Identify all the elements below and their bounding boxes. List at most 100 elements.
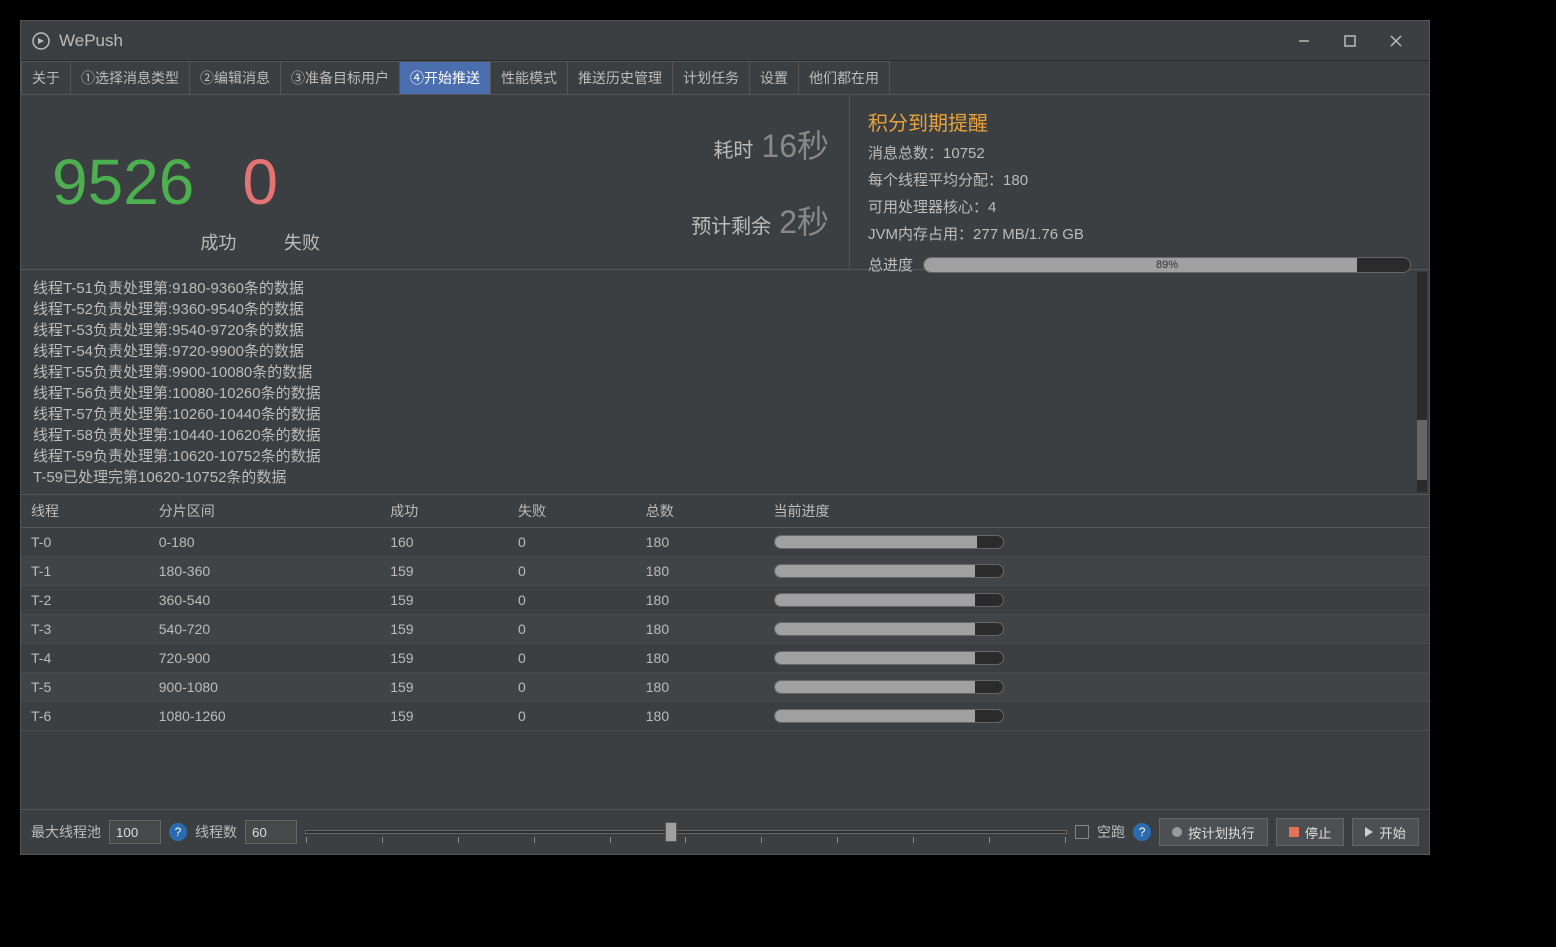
table-header[interactable]: 失败: [508, 495, 636, 528]
log-line: 线程T-59负责处理第:10620-10752条的数据: [33, 446, 1417, 467]
start-button[interactable]: 开始: [1352, 818, 1419, 846]
log-line: 线程T-52负责处理第:9360-9540条的数据: [33, 299, 1417, 320]
fail-label: 失败: [284, 229, 320, 255]
task-cores: 可用处理器核心：4: [868, 196, 1411, 217]
task-jvm: JVM内存占用：277 MB/1.76 GB: [868, 223, 1411, 244]
tab-4[interactable]: ④开始推送: [399, 61, 491, 94]
table-row[interactable]: T-5900-10801590180: [21, 673, 1429, 702]
log-line: 线程T-54负责处理第:9720-9900条的数据: [33, 341, 1417, 362]
table-header[interactable]: 分片区间: [149, 495, 380, 528]
dryrun-checkbox[interactable]: [1075, 825, 1089, 839]
threads-slider[interactable]: [305, 820, 1067, 844]
remain-value: 2秒: [779, 197, 829, 243]
titlebar: WePush: [21, 21, 1429, 61]
log-line: 线程T-58负责处理第:10440-10620条的数据: [33, 425, 1417, 446]
app-title: WePush: [59, 31, 123, 51]
cell-success: 159: [380, 615, 508, 644]
tab-7[interactable]: 计划任务: [672, 61, 750, 94]
table-header[interactable]: 成功: [380, 495, 508, 528]
cell-total: 180: [636, 557, 764, 586]
task-title: 积分到期提醒: [868, 107, 1411, 136]
cell-fail: 0: [508, 644, 636, 673]
cell-total: 180: [636, 528, 764, 557]
log-line: 线程T-55负责处理第:9900-10080条的数据: [33, 362, 1417, 383]
cell-fail: 0: [508, 557, 636, 586]
table-header[interactable]: 当前进度: [764, 495, 1429, 528]
cell-progress: [764, 528, 1429, 557]
table-row[interactable]: T-3540-7201590180: [21, 615, 1429, 644]
tab-2[interactable]: ②编辑消息: [189, 61, 281, 94]
table-header[interactable]: 总数: [636, 495, 764, 528]
tab-8[interactable]: 设置: [749, 61, 799, 94]
elapsed-value: 16秒: [761, 121, 829, 167]
fail-count: 0: [242, 145, 278, 219]
elapsed-label: 耗时: [713, 134, 753, 163]
log-line: T-59已处理完第10620-10752条的数据: [33, 467, 1417, 488]
table-row[interactable]: T-61080-12601590180: [21, 702, 1429, 731]
start-label: 开始: [1379, 823, 1406, 842]
cell-thread: T-1: [21, 557, 149, 586]
table-row[interactable]: T-1180-3601590180: [21, 557, 1429, 586]
threads-label: 线程数: [195, 822, 237, 842]
cell-success: 159: [380, 557, 508, 586]
bottom-bar: 最大线程池 ? 线程数 空跑 ? 按计划执行 停止: [21, 810, 1429, 854]
scheduled-label: 按计划执行: [1188, 823, 1255, 842]
minimize-button[interactable]: [1281, 21, 1327, 61]
cell-range: 720-900: [149, 644, 380, 673]
stats-row: 9526 成功 0 失败 耗时 16秒 预计剩余 2秒 积分到期提醒 消息总数：…: [21, 95, 1429, 270]
table-header[interactable]: 线程: [21, 495, 149, 528]
cell-thread: T-2: [21, 586, 149, 615]
cell-progress: [764, 673, 1429, 702]
remain-label: 预计剩余: [691, 210, 771, 239]
stop-label: 停止: [1305, 823, 1332, 842]
tab-3[interactable]: ③准备目标用户: [280, 61, 400, 94]
thread-table: 线程分片区间成功失败总数当前进度 T-00-1801600180T-1180-3…: [21, 495, 1429, 731]
stop-icon: [1289, 827, 1299, 837]
tab-bar: 关于①选择消息类型②编辑消息③准备目标用户④开始推送性能模式推送历史管理计划任务…: [21, 61, 1429, 95]
cell-range: 0-180: [149, 528, 380, 557]
max-pool-input[interactable]: [109, 820, 161, 844]
content-area: 9526 成功 0 失败 耗时 16秒 预计剩余 2秒 积分到期提醒 消息总数：…: [21, 95, 1429, 854]
circle-icon: [1172, 827, 1182, 837]
table-row[interactable]: T-00-1801600180: [21, 528, 1429, 557]
tab-1[interactable]: ①选择消息类型: [70, 61, 190, 94]
scheduled-button[interactable]: 按计划执行: [1159, 818, 1268, 846]
dryrun-label: 空跑: [1097, 822, 1125, 842]
tab-5[interactable]: 性能模式: [490, 61, 568, 94]
help-icon[interactable]: ?: [1133, 823, 1151, 841]
cell-success: 159: [380, 702, 508, 731]
cell-total: 180: [636, 615, 764, 644]
cell-range: 180-360: [149, 557, 380, 586]
table-row[interactable]: T-4720-9001590180: [21, 644, 1429, 673]
success-label: 成功: [200, 229, 236, 255]
max-pool-label: 最大线程池: [31, 822, 101, 842]
log-line: 线程T-53负责处理第:9540-9720条的数据: [33, 320, 1417, 341]
log-line: 线程T-51负责处理第:9180-9360条的数据: [33, 278, 1417, 299]
slider-thumb[interactable]: [665, 822, 677, 842]
task-info: 积分到期提醒 消息总数：10752 每个线程平均分配：180 可用处理器核心：4…: [849, 95, 1429, 269]
stop-button[interactable]: 停止: [1276, 818, 1345, 846]
cell-thread: T-3: [21, 615, 149, 644]
cell-fail: 0: [508, 615, 636, 644]
cell-success: 159: [380, 644, 508, 673]
cell-progress: [764, 557, 1429, 586]
table-row[interactable]: T-2360-5401590180: [21, 586, 1429, 615]
close-button[interactable]: [1373, 21, 1419, 61]
threads-input[interactable]: [245, 820, 297, 844]
tab-0[interactable]: 关于: [21, 61, 71, 94]
task-total: 消息总数：10752: [868, 142, 1411, 163]
maximize-button[interactable]: [1327, 21, 1373, 61]
cell-fail: 0: [508, 702, 636, 731]
cell-range: 540-720: [149, 615, 380, 644]
cell-range: 1080-1260: [149, 702, 380, 731]
log-scrollbar-thumb[interactable]: [1417, 420, 1427, 480]
log-area[interactable]: 线程T-51负责处理第:9180-9360条的数据线程T-52负责处理第:936…: [21, 270, 1429, 495]
stats-left: 9526 成功 0 失败: [21, 95, 351, 269]
cell-thread: T-6: [21, 702, 149, 731]
stats-mid: 耗时 16秒 预计剩余 2秒: [351, 95, 849, 269]
cell-total: 180: [636, 586, 764, 615]
tab-9[interactable]: 他们都在用: [798, 61, 890, 94]
play-icon: [1365, 827, 1373, 837]
help-icon[interactable]: ?: [169, 823, 187, 841]
tab-6[interactable]: 推送历史管理: [567, 61, 673, 94]
